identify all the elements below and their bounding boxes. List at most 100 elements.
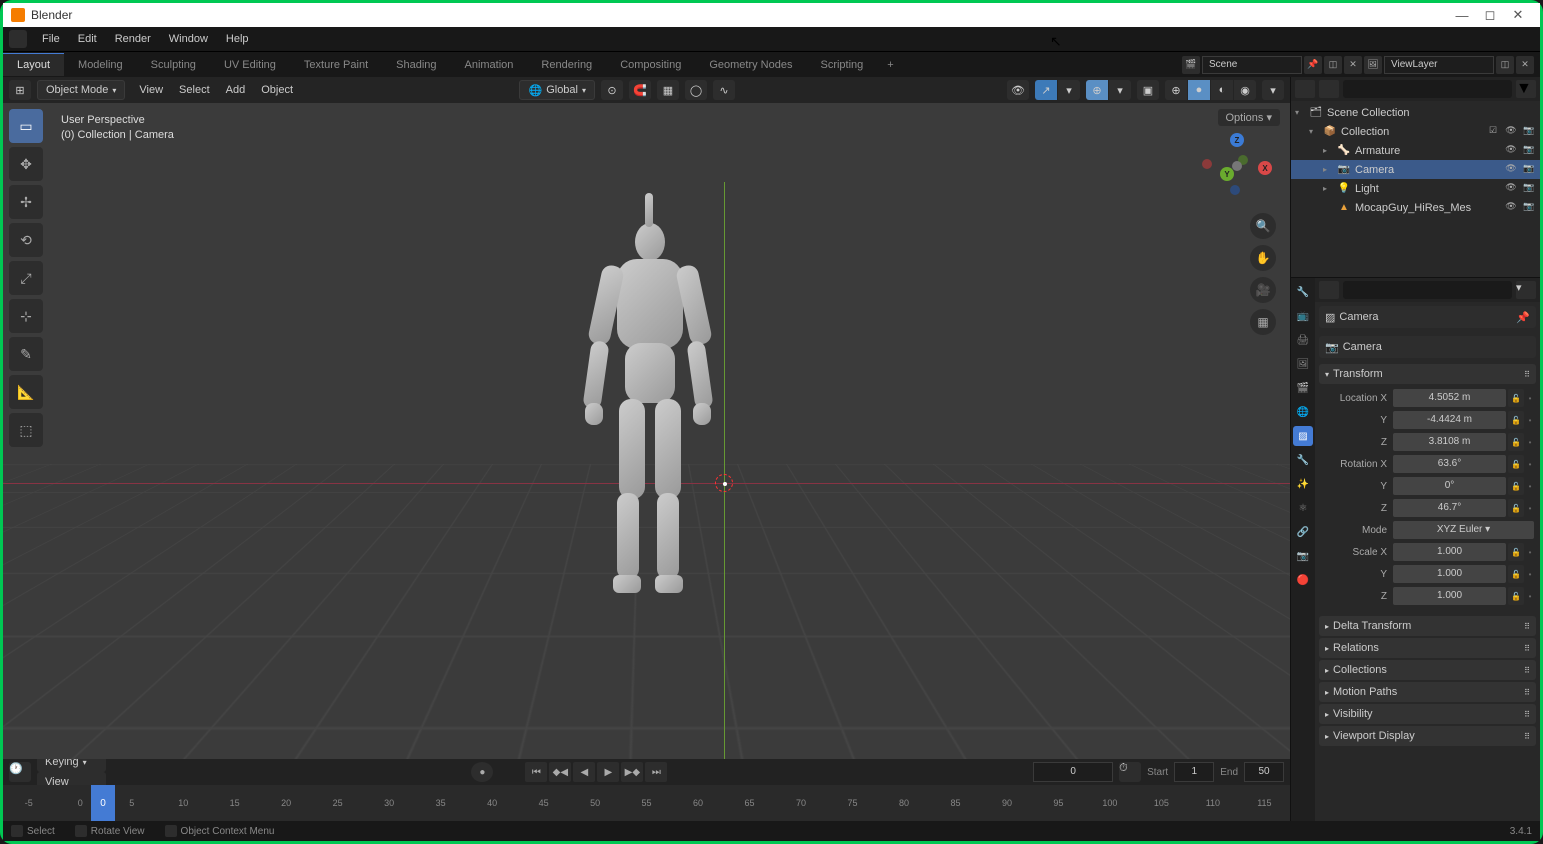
keyframe-dot-icon[interactable]: • [1526, 592, 1534, 601]
tab-uv-editing[interactable]: UV Editing [210, 54, 290, 76]
lock-icon[interactable]: 🔓 [1508, 565, 1524, 583]
gizmo-dropdown-icon[interactable]: ▾ [1058, 80, 1080, 100]
viewlayer-tab-icon[interactable]: 🖼 [1293, 354, 1313, 374]
close-button[interactable]: ✕ [1504, 7, 1532, 23]
prop-value-field[interactable]: 3.8108 m [1393, 433, 1506, 451]
scene-tab-icon[interactable]: 🎬 [1293, 378, 1313, 398]
properties-search-input[interactable] [1343, 281, 1512, 299]
prop-value-field[interactable]: XYZ Euler ▾ [1393, 521, 1534, 539]
transform-tool[interactable]: ⊹ [9, 299, 43, 333]
armature-mesh[interactable] [557, 193, 737, 613]
timeline-track[interactable]: 0 -5051015202530354045505560657075808590… [3, 785, 1290, 821]
breadcrumb-data[interactable]: 📷 Camera [1319, 336, 1536, 358]
lock-icon[interactable]: 🔓 [1508, 389, 1524, 407]
prop-value-field[interactable]: 1.000 [1393, 543, 1506, 561]
annotate-tool[interactable]: ✎ [9, 337, 43, 371]
outliner-item-camera[interactable]: ▸📷Camera👁📷 [1291, 160, 1540, 179]
nav-gizmo[interactable]: X Y Z [1202, 131, 1272, 201]
shading-material-icon[interactable]: ◐ [1211, 80, 1233, 100]
outliner-toggle-icon[interactable]: 👁 [1504, 163, 1518, 177]
minimize-button[interactable]: — [1448, 8, 1476, 23]
perspective-toggle-icon[interactable]: ▦ [1250, 309, 1276, 335]
gizmo-x-axis[interactable]: X [1258, 161, 1272, 175]
transform-section-header[interactable]: ▾ Transform⠿ [1319, 364, 1536, 384]
viewport-menu-add[interactable]: Add [218, 81, 254, 99]
lock-icon[interactable]: 🔓 [1508, 543, 1524, 561]
menu-help[interactable]: Help [217, 30, 258, 48]
lock-icon[interactable]: 🔓 [1508, 411, 1524, 429]
editor-type-icon[interactable]: ⊞ [9, 80, 31, 100]
tab-sculpting[interactable]: Sculpting [137, 54, 210, 76]
properties-filter-icon[interactable]: ▾ [1516, 281, 1536, 299]
render-tab-icon[interactable]: 📺 [1293, 306, 1313, 326]
constraint-tab-icon[interactable]: 🔗 [1293, 522, 1313, 542]
outliner-item-collection[interactable]: ▾📦Collection☑👁📷 [1291, 122, 1540, 141]
prop-value-field[interactable]: 1.000 [1393, 587, 1506, 605]
measure-tool[interactable]: 📐 [9, 375, 43, 409]
prop-value-field[interactable]: 4.5052 m [1393, 389, 1506, 407]
overlay-dropdown-icon[interactable]: ▾ [1109, 80, 1131, 100]
prop-value-field[interactable]: -4.4424 m [1393, 411, 1506, 429]
gizmo-z-axis[interactable]: Z [1230, 133, 1244, 147]
outliner-toggle-icon[interactable]: 👁 [1504, 182, 1518, 196]
tool-tab-icon[interactable]: 🔧 [1293, 282, 1313, 302]
keyframe-dot-icon[interactable]: • [1526, 548, 1534, 557]
viewlayer-browse-icon[interactable]: 🖼 [1364, 56, 1382, 74]
proportional-falloff-icon[interactable]: ∿ [713, 80, 735, 100]
orientation-dropdown[interactable]: 🌐 Global ▾ [519, 80, 595, 100]
outliner-item-mocapguy_hires_mes[interactable]: ▲MocapGuy_HiRes_Mes👁📷 [1291, 198, 1540, 217]
outliner-toggle-icon[interactable]: 👁 [1504, 144, 1518, 158]
scene-new-icon[interactable]: ◫ [1324, 56, 1342, 74]
playhead[interactable]: 0 [91, 785, 115, 821]
viewport-options-dropdown[interactable]: Options ▾ [1218, 109, 1281, 126]
outliner-display-mode-icon[interactable] [1319, 80, 1339, 98]
properties-options-icon[interactable] [1319, 281, 1339, 299]
outliner-item-light[interactable]: ▸💡Light👁📷 [1291, 179, 1540, 198]
outliner-toggle-icon[interactable]: 📷 [1522, 125, 1536, 139]
start-frame-field[interactable]: 1 [1174, 762, 1214, 782]
play-reverse-icon[interactable]: ◀ [573, 762, 595, 782]
section-visibility[interactable]: ▸ Visibility⠿ [1319, 704, 1536, 724]
outliner-toggle-icon[interactable]: 👁 [1504, 201, 1518, 215]
section-viewport-display[interactable]: ▸ Viewport Display⠿ [1319, 726, 1536, 746]
current-frame-field[interactable]: 0 [1033, 762, 1113, 782]
keyframe-dot-icon[interactable]: • [1526, 482, 1534, 491]
world-tab-icon[interactable]: 🌐 [1293, 402, 1313, 422]
viewlayer-new-icon[interactable]: ◫ [1496, 56, 1514, 74]
rotate-tool[interactable]: ⟲ [9, 223, 43, 257]
outliner-toggle-icon[interactable]: ☑ [1486, 125, 1500, 139]
shading-rendered-icon[interactable]: ◉ [1234, 80, 1256, 100]
prop-value-field[interactable]: 0° [1393, 477, 1506, 495]
frame-range-icon[interactable]: ⏱ [1119, 762, 1141, 782]
scene-pin-icon[interactable]: 📌 [1304, 56, 1322, 74]
play-icon[interactable]: ▶ [597, 762, 619, 782]
prop-value-field[interactable]: 63.6° [1393, 455, 1506, 473]
select-box-tool[interactable]: ▭ [9, 109, 43, 143]
keyframe-dot-icon[interactable]: • [1526, 394, 1534, 403]
outliner-editor-type-icon[interactable] [1295, 80, 1315, 98]
outliner-toggle-icon[interactable]: 📷 [1522, 182, 1536, 196]
breadcrumb-object[interactable]: ▨ Camera 📌 [1319, 306, 1536, 328]
tab-scripting[interactable]: Scripting [806, 54, 877, 76]
end-frame-field[interactable]: 50 [1244, 762, 1284, 782]
mode-dropdown[interactable]: Object Mode ▾ [37, 80, 125, 100]
section-collections[interactable]: ▸ Collections⠿ [1319, 660, 1536, 680]
snap-target-icon[interactable]: ▦ [657, 80, 679, 100]
xray-icon[interactable]: ▣ [1137, 80, 1159, 100]
jump-start-icon[interactable]: ⏮ [525, 762, 547, 782]
section-motion-paths[interactable]: ▸ Motion Paths⠿ [1319, 682, 1536, 702]
lock-icon[interactable]: 🔓 [1508, 587, 1524, 605]
keyframe-dot-icon[interactable]: • [1526, 504, 1534, 513]
material-tab-icon[interactable]: 🔴 [1293, 570, 1313, 590]
cursor-tool[interactable]: ✥ [9, 147, 43, 181]
outliner-item-armature[interactable]: ▸🦴Armature👁📷 [1291, 141, 1540, 160]
shading-dropdown-icon[interactable]: ▾ [1262, 80, 1284, 100]
gizmo-neg-z[interactable] [1230, 185, 1240, 195]
proportional-edit-icon[interactable]: ◯ [685, 80, 707, 100]
tab-rendering[interactable]: Rendering [527, 54, 606, 76]
tab-layout[interactable]: Layout [3, 53, 64, 76]
tab-geometry-nodes[interactable]: Geometry Nodes [695, 54, 806, 76]
snap-icon[interactable]: 🧲 [629, 80, 651, 100]
blender-logo-icon[interactable] [9, 30, 27, 48]
timeline-editor-type-icon[interactable]: 🕐 [9, 762, 31, 782]
